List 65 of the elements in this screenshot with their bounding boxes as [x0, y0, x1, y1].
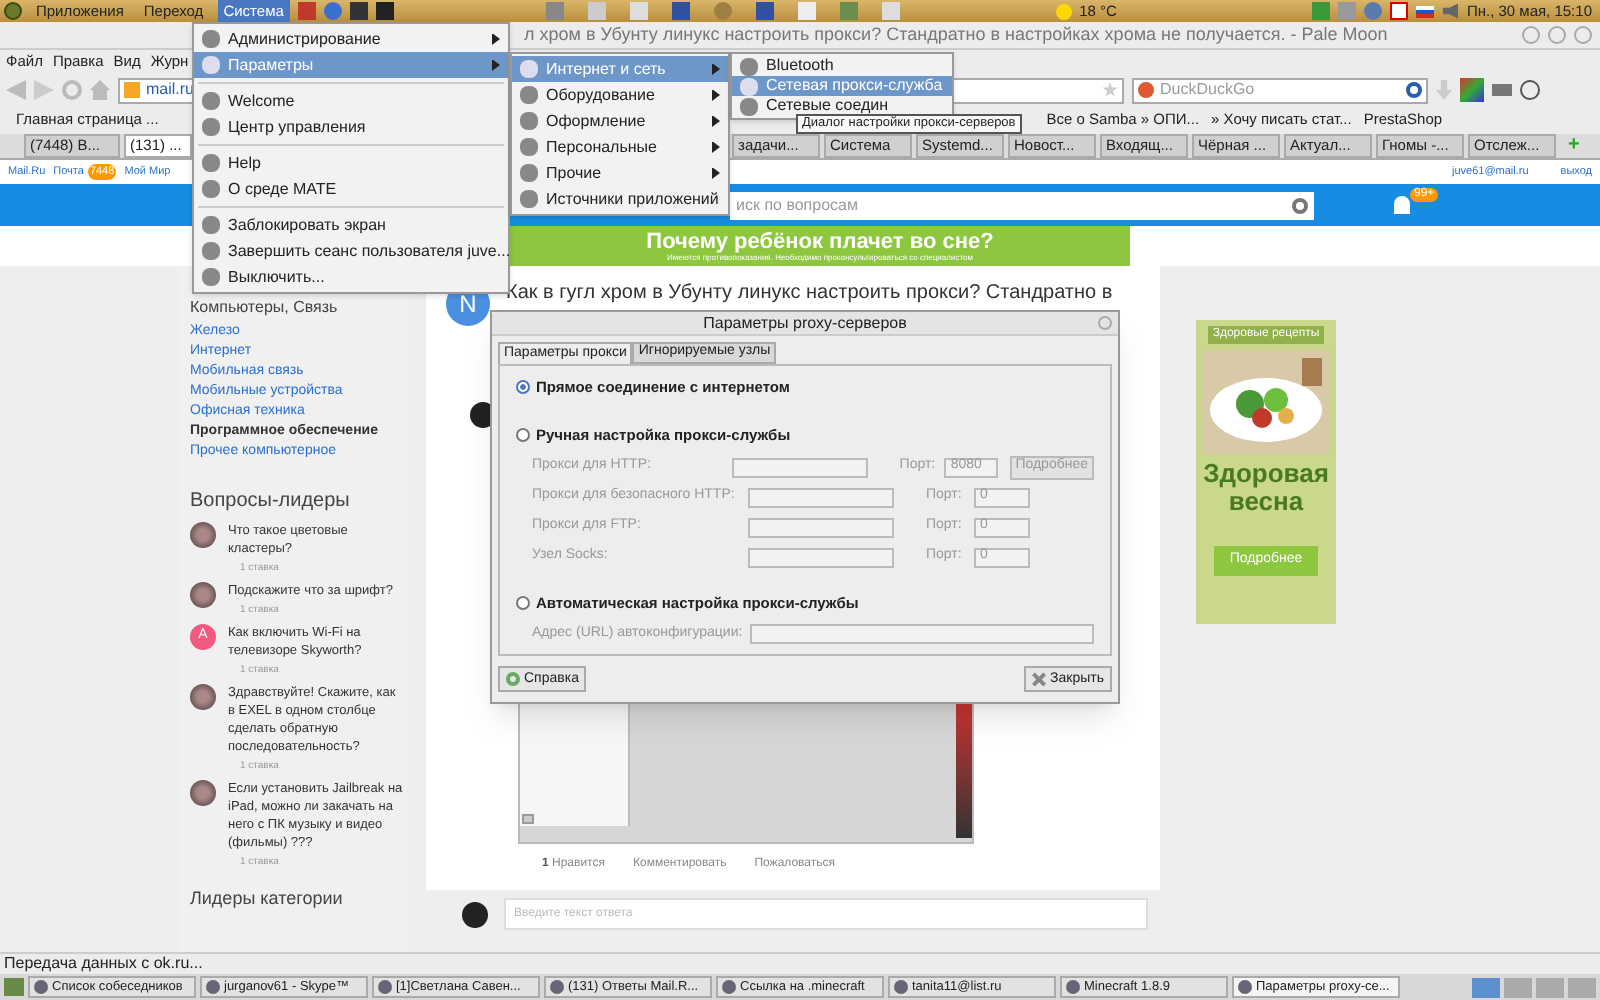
app-icon[interactable] — [722, 980, 736, 994]
workspace-icon[interactable] — [1504, 977, 1532, 997]
menu-item[interactable]: Источники приложений — [512, 186, 728, 212]
menu-item[interactable]: Прочие — [512, 160, 728, 186]
banner-headline: Почему ребёнок плачет во сне? — [646, 231, 994, 253]
menu-item[interactable]: Welcome — [194, 88, 508, 114]
ad-headline: Здоровая весна — [1201, 460, 1331, 516]
minimize-icon[interactable] — [1522, 26, 1540, 44]
proxy-host-field[interactable] — [748, 547, 894, 567]
menu-item[interactable]: Оборудование — [512, 82, 728, 108]
proxy-host-field[interactable] — [748, 517, 894, 537]
sun-icon[interactable] — [1055, 3, 1072, 19]
section-heading: Вопросы-лидеры — [190, 490, 352, 514]
extension-icon[interactable] — [1460, 78, 1484, 102]
menu-item[interactable]: Персональные — [512, 134, 728, 160]
close-icon[interactable] — [1574, 26, 1592, 44]
thumbnail-image[interactable] — [956, 702, 972, 838]
app-icon[interactable] — [378, 980, 392, 994]
close-icon[interactable] — [1032, 672, 1047, 687]
menu-item[interactable]: Администрирование — [194, 26, 508, 52]
app-icon[interactable] — [894, 980, 908, 994]
menu-item[interactable]: Центр управления — [194, 114, 508, 140]
section-heading: Лидеры категории — [190, 888, 345, 908]
back-icon[interactable] — [6, 80, 26, 100]
duck-icon[interactable] — [1138, 82, 1154, 98]
panel-launcher-icon[interactable] — [755, 2, 774, 20]
url-field[interactable] — [750, 624, 1094, 644]
workspace-icon[interactable] — [1536, 977, 1564, 997]
window-title: л хром в Убунту линукс настроить прокси? Стандратно в настройках хрома не получается. - Pale Moon — [524, 21, 1390, 48]
menu-item[interactable]: Bluetooth — [732, 56, 952, 76]
menu-item[interactable]: О среде MATE — [194, 176, 508, 202]
bell-icon[interactable] — [1394, 196, 1410, 214]
avatar-icon[interactable] — [462, 901, 488, 927]
search-icon[interactable] — [1292, 197, 1308, 213]
home-icon[interactable] — [90, 80, 110, 100]
workspace-icon[interactable] — [1568, 977, 1596, 997]
add-icon[interactable] — [522, 814, 534, 824]
panel-launcher-icon[interactable] — [671, 2, 690, 20]
menu-item[interactable]: Завершить сеанс пользователя juve... — [194, 238, 508, 264]
app-icon[interactable] — [1238, 980, 1252, 994]
maximize-icon[interactable] — [1548, 26, 1566, 44]
app-icon[interactable] — [34, 980, 48, 994]
section-heading: Компьютеры, Связь — [190, 298, 340, 316]
radio-button[interactable] — [516, 380, 530, 395]
app-icon[interactable] — [1066, 980, 1080, 994]
radio-button[interactable] — [516, 595, 530, 610]
workspace-icon[interactable] — [1472, 977, 1500, 997]
dialog-title: Параметры proxy-серверов — [703, 311, 907, 335]
proxy-host-field[interactable] — [748, 487, 894, 507]
menu-item[interactable]: Сетевые соедин — [732, 96, 952, 116]
proxy-host-field[interactable] — [732, 457, 868, 477]
menu-item[interactable]: Заблокировать экран — [194, 212, 508, 238]
reload-icon[interactable] — [62, 80, 82, 100]
app-icon[interactable] — [550, 980, 564, 994]
close-icon[interactable] — [1098, 316, 1112, 330]
radio-button[interactable] — [516, 428, 530, 443]
search-icon[interactable] — [1406, 82, 1422, 98]
app-launcher-icon[interactable] — [4, 2, 22, 20]
volume-icon[interactable] — [1442, 3, 1459, 19]
help-icon[interactable] — [506, 672, 520, 687]
status-text: Передача данных с ok.ru... — [0, 952, 1600, 974]
menu-item[interactable]: Оформление — [512, 108, 728, 134]
menu-item[interactable]: Help — [194, 150, 508, 176]
app-icon[interactable] — [206, 980, 220, 994]
flag-icon[interactable] — [1416, 5, 1435, 17]
